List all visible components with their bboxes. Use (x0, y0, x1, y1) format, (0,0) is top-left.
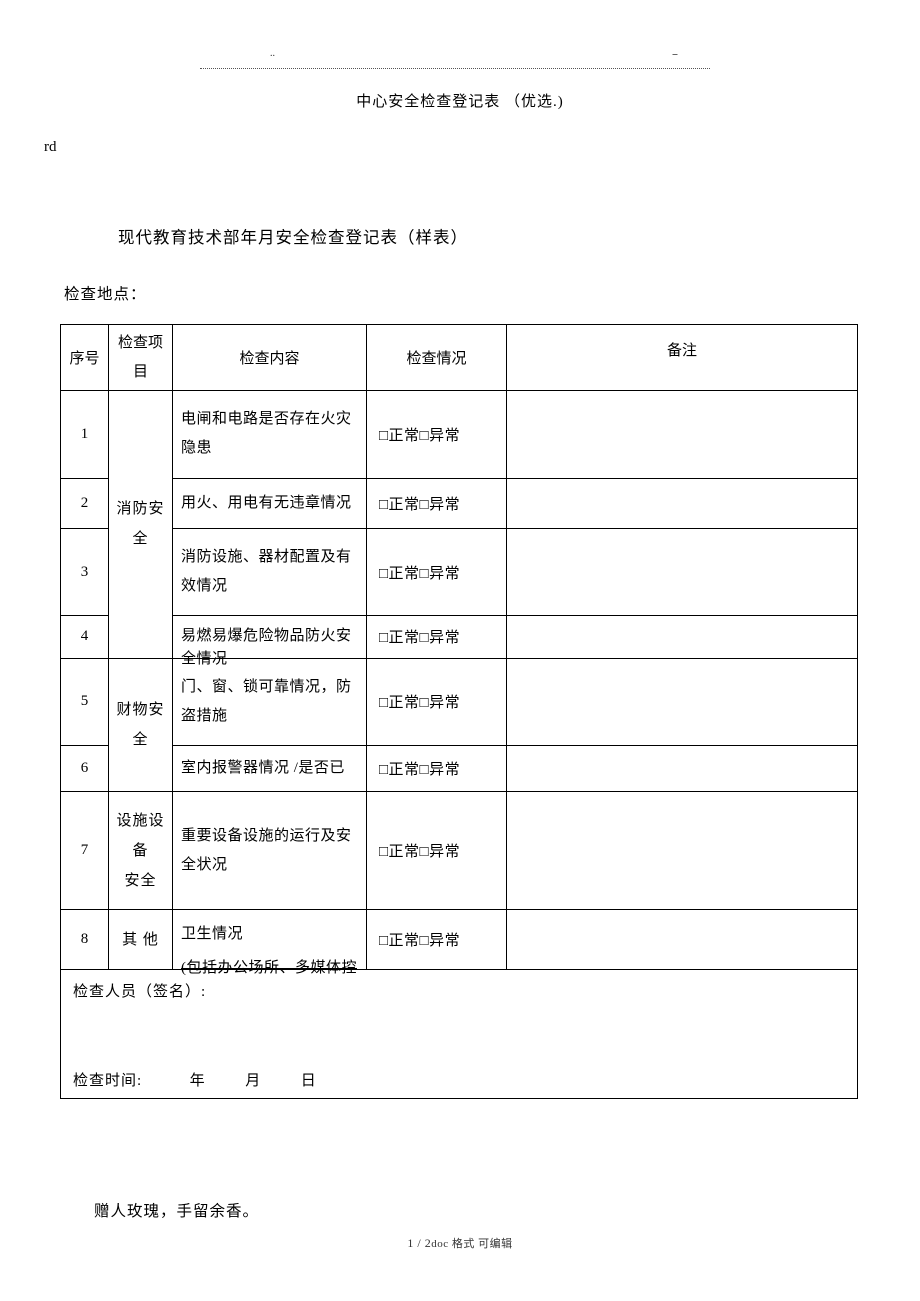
cell-status: □正常□异常 (367, 391, 507, 479)
overlap-text: 全情况 (181, 645, 228, 674)
table-row: 2 用火、用电有无违章情况 □正常□异常 (61, 478, 858, 528)
header-item: 检查项 目 (109, 325, 173, 391)
table-row: 5 财物安 全 全情况 门、窗、锁可靠情况，防盗措施 □正常□异常 (61, 658, 858, 746)
rd-label: rd (44, 139, 862, 156)
cell-status: □正常□异常 (367, 478, 507, 528)
cell-category-property: 财物安 全 (109, 658, 173, 792)
table-row: 3 消防设施、器材配置及有效情况 □正常□异常 (61, 528, 858, 616)
cell-content: 重要设备设施的运行及安全状况 (173, 792, 367, 910)
date-line: 检查时间: 年 月 日 (73, 1069, 845, 1090)
cell-remark (507, 616, 858, 658)
cell-seq: 8 (61, 910, 109, 970)
cell-content: 电闸和电路是否存在火灾隐患 (173, 391, 367, 479)
inspection-table: 序号 检查项 目 检查内容 检查情况 备注 1 消防安 全 电闸和电路是否存在火… (60, 324, 858, 1099)
table-row: 6 室内报警器情况 /是否已 □正常□异常 (61, 746, 858, 792)
cell-content: 卫生情况 (包括办公场所、多媒体控 (173, 910, 367, 970)
cell-remark (507, 792, 858, 910)
table-footer-row: 检查人员（签名）: 检查时间: 年 月 日 (61, 970, 858, 1099)
cell-content: 全情况 门、窗、锁可靠情况，防盗措施 (173, 658, 367, 746)
decoration-dotted-line (200, 68, 710, 69)
content-text: 易燃易爆危险物品防火安 (181, 628, 352, 644)
cell-seq: 1 (61, 391, 109, 479)
content-text: 门、窗、锁可靠情况，防盗措施 (181, 679, 352, 724)
cell-remark (507, 658, 858, 746)
cell-seq: 2 (61, 478, 109, 528)
decoration-dots-left: .. (270, 48, 275, 59)
cell-status: □正常□异常 (367, 528, 507, 616)
cell-remark (507, 391, 858, 479)
sign-label: 检查人员（签名）: (73, 980, 845, 1001)
cell-status: □正常□异常 (367, 616, 507, 658)
decoration-dots-right: ..... (672, 48, 677, 57)
cell-status: □正常□异常 (367, 910, 507, 970)
cell-seq: 4 (61, 616, 109, 658)
location-label: 检查地点： (64, 282, 862, 304)
header-status: 检查情况 (367, 325, 507, 391)
cell-content: 室内报警器情况 /是否已 (173, 746, 367, 792)
cell-remark (507, 746, 858, 792)
cell-seq: 6 (61, 746, 109, 792)
page-footer: 1 / 2doc 格式 可编辑 (0, 1235, 920, 1251)
cell-seq: 7 (61, 792, 109, 910)
table-row: 8 其 他 卫生情况 (包括办公场所、多媒体控 □正常□异常 (61, 910, 858, 970)
cell-content: 用火、用电有无违章情况 (173, 478, 367, 528)
header-remark: 备注 (507, 325, 858, 391)
cell-category-other: 其 他 (109, 910, 173, 970)
header-content: 检查内容 (173, 325, 367, 391)
closing-text: 赠人玫瑰，手留余香。 (94, 1199, 862, 1221)
content-text: 卫生情况 (181, 926, 243, 942)
footer-cell: 检查人员（签名）: 检查时间: 年 月 日 (61, 970, 858, 1099)
cell-status: □正常□异常 (367, 792, 507, 910)
date-label: 检查时间: (73, 1073, 142, 1089)
month-label: 月 (245, 1073, 261, 1089)
cell-status: □正常□异常 (367, 746, 507, 792)
cell-remark (507, 528, 858, 616)
cell-status: □正常□异常 (367, 658, 507, 746)
page-number: 1 / 2 (407, 1236, 431, 1250)
cell-remark (507, 478, 858, 528)
table-row: 7 设施设 备 安全 重要设备设施的运行及安全状况 □正常□异常 (61, 792, 858, 910)
cell-content: 消防设施、器材配置及有效情况 (173, 528, 367, 616)
cell-seq: 5 (61, 658, 109, 746)
cell-seq: 3 (61, 528, 109, 616)
year-label: 年 (190, 1073, 206, 1089)
cell-remark (507, 910, 858, 970)
header-seq: 序号 (61, 325, 109, 391)
cell-category-equipment: 设施设 备 安全 (109, 792, 173, 910)
day-label: 日 (301, 1073, 317, 1089)
form-subtitle: 现代教育技术部年月安全检查登记表（样表） (118, 224, 862, 248)
cell-category-fire: 消防安 全 (109, 391, 173, 659)
footer-suffix: doc 格式 可编辑 (431, 1238, 512, 1250)
page-title: 中心安全检查登记表 （优选.) (58, 90, 862, 111)
table-header-row: 序号 检查项 目 检查内容 检查情况 备注 (61, 325, 858, 391)
table-row: 1 消防安 全 电闸和电路是否存在火灾隐患 □正常□异常 (61, 391, 858, 479)
